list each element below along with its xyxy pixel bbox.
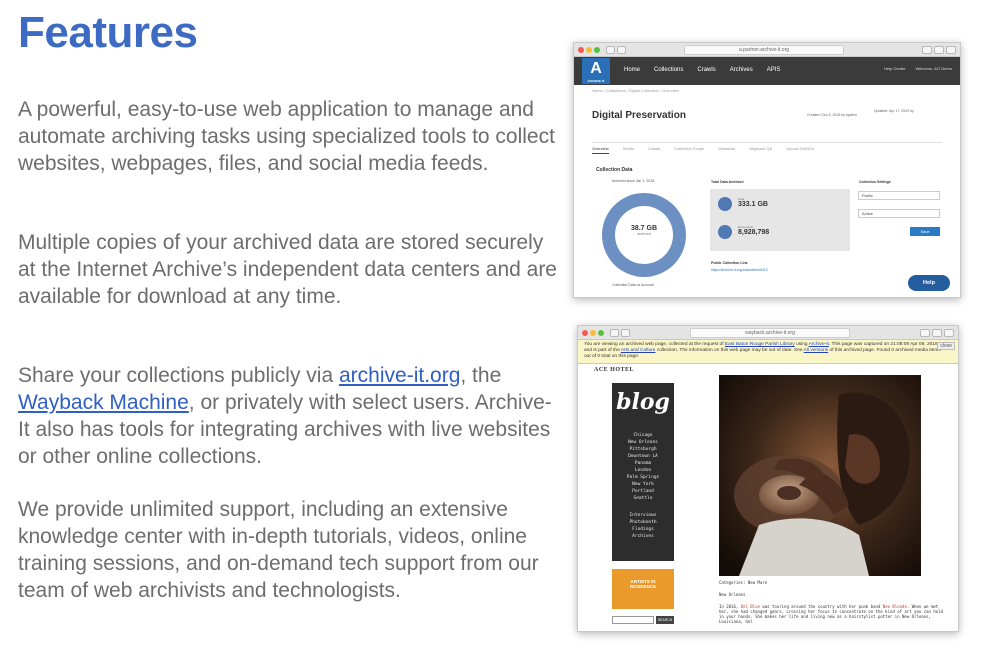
pottery-photo <box>719 375 921 576</box>
archive-it-navbar: A ARCHIVE-IT Home Collections Crawls Arch… <box>574 57 960 85</box>
site-name: ACE HOTEL <box>594 367 635 373</box>
blog-sidebar: blog Chicago New Orleans Pittsburgh Down… <box>612 383 674 561</box>
donut-caption: Collection Data vs Account <box>612 283 654 287</box>
archive-it-link[interactable]: archive-it.org <box>339 364 460 387</box>
sharing-text-1: Share your collections publicly via <box>18 364 339 387</box>
archive-it-banner-link: Archive-It <box>808 342 829 347</box>
post-category: Categories: New Mare <box>719 580 768 585</box>
help-button: Help <box>908 275 950 291</box>
tab-upload-warcs: Upload WARCs <box>786 146 815 151</box>
browser-toolbar-2: wayback.archive-it.org <box>578 326 958 340</box>
paragraph-application: A powerful, easy-to-use web application … <box>18 98 555 175</box>
blog-search-input <box>612 616 654 624</box>
collection-settings-heading: Collection Settings <box>859 180 891 184</box>
public-link-heading: Public Collection Link <box>711 261 748 265</box>
library-link: East Baton Rouge Parish Library <box>724 342 795 347</box>
visibility-select: Public <box>858 191 940 200</box>
post-location: New Orleans <box>719 592 746 597</box>
tab-crawls: Crawls <box>648 146 661 151</box>
archive-it-menu: Home Collections Crawls Archives APIS <box>624 67 780 73</box>
archived-since: Archived since Jan 1, 2018 <box>612 179 655 183</box>
artists-in-residence-banner: ARTISTS IN RESIDENCE <box>612 569 674 609</box>
stat-documents-value: 8,928,798 <box>738 229 770 236</box>
archive-it-logo: A ARCHIVE-IT <box>582 58 610 84</box>
save-button: Save <box>910 227 940 236</box>
nav-home: Home <box>624 67 641 73</box>
tabs-icon <box>932 329 942 337</box>
page-title: Features <box>18 8 198 57</box>
minimize-dot-icon <box>590 330 596 336</box>
breadcrumb: Home / Collections / Digital Collection … <box>592 88 679 93</box>
nav-account: Help Center Welcome, AIT Demo <box>884 66 952 71</box>
url-bar: a.partner.archive-it.org <box>684 45 844 55</box>
banner-close-button: close <box>937 342 955 350</box>
collection-tabs: Overview Seeds Crawls Collection Scope M… <box>592 146 814 154</box>
total-data-panel: Data 333.1 GB Documents 8,928,798 <box>710 189 850 251</box>
post-body: In 2016, Del Blue was touring around the… <box>719 604 943 624</box>
share-icon <box>920 329 930 337</box>
back-icon <box>606 46 615 54</box>
tab-wayback-qa: Wayback QA <box>748 146 773 151</box>
collection-donut-chart: 38.7 GB archived <box>602 193 686 277</box>
sharing-text-2: , the <box>460 364 502 387</box>
nav-apis: APIS <box>766 67 781 73</box>
new-tab-icon <box>946 46 956 54</box>
zoom-dot-icon <box>598 330 604 336</box>
documents-icon <box>718 225 732 239</box>
new-tab-icon <box>944 329 954 337</box>
all-versions-link: All versions <box>803 348 829 353</box>
public-collection-link: https://archive-it.org/collections/6412 <box>711 268 768 272</box>
tabs-icon <box>934 46 944 54</box>
total-data-heading: Total Data Archived <box>711 180 744 184</box>
forward-icon <box>617 46 626 54</box>
blog-logo: blog <box>616 389 670 415</box>
blog-search-button: SEARCH <box>656 616 674 624</box>
close-dot-icon <box>582 330 588 336</box>
paragraph-support: We provide unlimited support, including … <box>18 498 539 602</box>
url-bar-2: wayback.archive-it.org <box>690 328 850 338</box>
back-icon <box>610 329 619 337</box>
collection-title: Digital Preservation <box>592 110 686 121</box>
database-icon <box>718 197 732 211</box>
paragraph-storage: Multiple copies of your archived data ar… <box>18 231 557 308</box>
tab-metadata: Metadata <box>718 146 735 151</box>
tab-overview: Overview <box>592 146 609 154</box>
tab-collection-scope: Collection Scope <box>674 146 705 151</box>
minimize-dot-icon <box>586 47 592 53</box>
updated-meta: Updated: Apr 17, 2020 by <box>874 109 914 113</box>
arts-culture-link: Arts and Culture <box>620 348 656 353</box>
zoom-dot-icon <box>594 47 600 53</box>
tab-seeds: Seeds <box>622 146 635 151</box>
paragraph-sharing: Share your collections publicly via arch… <box>18 362 558 470</box>
wayback-banner: You are viewing an archived web page, co… <box>578 340 958 364</box>
wayback-machine-link[interactable]: Wayback Machine <box>18 391 189 414</box>
nav-collections: Collections <box>654 67 684 73</box>
browser-toolbar: a.partner.archive-it.org <box>574 43 960 57</box>
close-dot-icon <box>578 47 584 53</box>
donut-label: archived <box>637 232 651 236</box>
archive-it-screenshot: a.partner.archive-it.org A ARCHIVE-IT Hom… <box>573 42 961 298</box>
nav-crawls: Crawls <box>697 67 716 73</box>
share-icon <box>922 46 932 54</box>
created-meta: Created: Dec 6, 2018 by system <box>807 113 857 117</box>
donut-value: 38.7 GB <box>630 225 658 232</box>
status-select: Active <box>858 209 940 218</box>
stat-data-value: 333.1 GB <box>738 201 768 208</box>
collection-data-heading: Collection Data <box>596 167 633 173</box>
wayback-screenshot: wayback.archive-it.org You are viewing a… <box>577 325 959 632</box>
nav-archives: Archives <box>729 67 753 73</box>
forward-icon <box>621 329 630 337</box>
